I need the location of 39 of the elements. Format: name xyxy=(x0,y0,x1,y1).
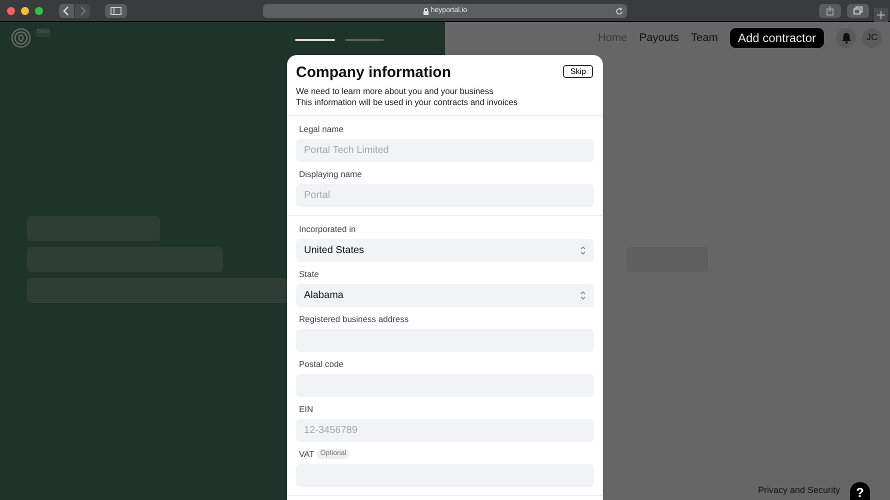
field-label: VAT xyxy=(299,448,314,460)
modal-subtitle: We need to learn more about you and your business xyxy=(296,86,494,97)
chevron-updown-icon xyxy=(580,246,586,255)
nav-link[interactable]: Team xyxy=(691,30,718,46)
reload-icon[interactable] xyxy=(615,6,624,16)
field-label: EIN xyxy=(299,402,314,416)
field-label: Displaying name xyxy=(299,168,362,180)
select-field[interactable]: Alabama xyxy=(296,284,594,307)
sidebar-icon[interactable] xyxy=(105,4,127,18)
notification-button[interactable] xyxy=(836,28,856,48)
forward-icon xyxy=(75,4,90,18)
modal-title: Company information xyxy=(296,63,452,83)
close-icon[interactable] xyxy=(7,6,15,14)
bell-icon xyxy=(840,32,852,44)
minimize-icon[interactable] xyxy=(21,6,29,14)
field-label: Registered business address xyxy=(299,312,409,326)
logo-icon xyxy=(11,28,31,48)
field-label: Incorporated in xyxy=(299,222,356,236)
maximize-icon[interactable] xyxy=(35,6,43,14)
tabs-icon[interactable] xyxy=(847,4,869,18)
input-field[interactable]: Portal xyxy=(296,184,594,207)
input-field[interactable]: Portal Tech Limited xyxy=(296,139,594,162)
back-icon[interactable] xyxy=(59,4,74,18)
select-field[interactable]: United States xyxy=(296,239,594,262)
field-label: Legal name xyxy=(299,122,344,136)
modal-subtitle: This information will be used in your contracts and invoices xyxy=(296,97,519,108)
field-label: Postal code xyxy=(299,358,344,370)
new-tab-icon[interactable] xyxy=(874,8,888,22)
chevron-updown-icon xyxy=(580,291,586,300)
add-contractor-button[interactable]: Add contractor xyxy=(730,28,824,48)
lock-icon xyxy=(422,8,429,14)
help-button[interactable]: ? xyxy=(850,482,870,500)
skip-button[interactable]: Skip xyxy=(563,65,593,78)
nav-link[interactable]: Payouts xyxy=(639,30,680,46)
privacy-link[interactable]: Privacy and Security xyxy=(758,484,840,498)
input-field[interactable]: 12-3456789 xyxy=(296,419,594,442)
field-label: State xyxy=(299,268,319,280)
user-avatar[interactable]: JC xyxy=(862,28,882,48)
share-icon[interactable] xyxy=(819,4,841,18)
